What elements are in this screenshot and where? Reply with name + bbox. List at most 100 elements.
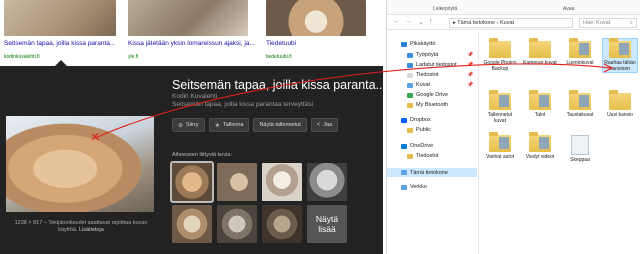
visit-button[interactable]: ⊕ Siirry — [172, 118, 205, 132]
preview-image[interactable] — [6, 116, 154, 212]
search-icon: ⌕ — [629, 20, 633, 26]
folder-icon — [609, 90, 631, 110]
folder-icon — [407, 102, 413, 108]
back-icon[interactable]: ← — [393, 18, 400, 25]
pin-icon: 📌 — [467, 72, 474, 78]
save-button[interactable]: ★ Tallenna — [208, 118, 250, 132]
desktop-icon — [407, 52, 413, 58]
related-image[interactable] — [172, 205, 212, 243]
results-row: Seitsemän tapaa, joilla kissa paranta...… — [0, 0, 383, 66]
folder-icon — [529, 132, 551, 152]
show-more-button[interactable]: Näytä lisää — [307, 205, 347, 243]
nav-item-downloads[interactable]: Ladatut tiedostot — [407, 62, 457, 68]
folder-icon — [569, 38, 591, 58]
ribbon: Leikepöytä Avaa — [387, 0, 640, 15]
image-dimensions: 1238 × 817 — [14, 220, 43, 226]
nav-item-pictures[interactable]: Kuvat — [407, 82, 430, 88]
folder-item[interactable]: Uusi kansio — [603, 90, 637, 118]
folder-icon — [489, 132, 511, 152]
file-explorer-window: Leikepöytä Avaa ← → ⌄ ↑ ▸ Tämä tietokone… — [386, 0, 640, 254]
download-icon — [407, 62, 413, 68]
preview-source: Kodin Kuvalehti — [172, 93, 218, 100]
related-image[interactable] — [262, 163, 302, 201]
nav-item-dropbox[interactable]: Dropbox — [401, 117, 431, 123]
folder-item[interactable]: Tallennetut kuvat — [483, 90, 517, 124]
folder-item[interactable]: Kameran kuvat — [523, 38, 557, 66]
result-title[interactable]: Kissa jätetään yksin lomareissun ajaksi,… — [128, 40, 255, 47]
star-icon: ★ — [214, 122, 220, 129]
nav-item-this-pc[interactable]: Tämä tietokone — [387, 168, 477, 177]
nav-item-documents[interactable]: Tiedostot — [407, 72, 438, 78]
nav-item-my-bluetooth[interactable]: My Bluetooth — [407, 102, 448, 108]
nav-item-quick-access[interactable]: Pikakäyttö — [401, 41, 435, 47]
folder-item[interactable]: Taustakuvat — [563, 90, 597, 118]
folder-item[interactable]: Luontokuvat — [563, 38, 597, 66]
result-item[interactable]: Seitsemän tapaa, joilla kissa paranta...… — [4, 0, 122, 66]
result-thumbnail[interactable] — [4, 0, 116, 36]
folder-item-selected[interactable]: Raahaa tähän kansioon — [602, 38, 638, 73]
pin-icon: 📌 — [467, 62, 474, 68]
related-image[interactable] — [217, 205, 257, 243]
folder-icon — [569, 90, 591, 110]
drive-icon — [407, 92, 413, 98]
image-preview-panel: 1238 × 817 – Tekijänoikeudet saattavat r… — [0, 66, 383, 254]
result-source: yle.fi — [128, 54, 139, 60]
preview-actions: ⊕ Siirry ★ Tallenna Näytä tallennetut < Jaa — [172, 118, 339, 132]
folder-item[interactable]: Vanhat autot — [483, 132, 517, 160]
folder-item[interactable]: Google Photos Backup — [483, 38, 517, 72]
related-image[interactable] — [262, 205, 302, 243]
star-icon — [401, 41, 407, 47]
pin-icon: 📌 — [467, 52, 474, 58]
up-icon[interactable]: ↑ — [429, 18, 433, 25]
recent-chevron-icon[interactable]: ⌄ — [418, 18, 424, 26]
image-file-icon — [571, 135, 589, 155]
image-meta: 1238 × 817 – Tekijänoikeudet saattavat r… — [14, 220, 148, 233]
related-image[interactable] — [170, 161, 214, 203]
onedrive-icon — [401, 143, 407, 149]
folder-item[interactable]: Talot — [523, 90, 557, 118]
nav-item-google-drive[interactable]: Google Drive — [407, 92, 448, 98]
result-title[interactable]: Tiedetuubi — [266, 40, 296, 47]
nav-item-desktop[interactable]: Työpöytä — [407, 52, 438, 58]
result-item[interactable]: Kissa jätetään yksin lomareissun ajaksi,… — [128, 0, 258, 66]
breadcrumb-item[interactable]: Tämä tietokone — [457, 20, 495, 26]
share-button[interactable]: < Jaa — [310, 118, 339, 132]
related-images-label: Aiheeseen liittyviä kuvia: — [172, 152, 232, 158]
folder-icon — [609, 38, 631, 58]
preview-title[interactable]: Seitsemän tapaa, joilla kissa paranta... — [172, 78, 383, 92]
dropbox-icon — [401, 117, 407, 123]
pin-icon: 📌 — [467, 82, 474, 88]
related-image[interactable] — [307, 163, 347, 201]
view-saved-button[interactable]: Näytä tallennetut — [253, 118, 307, 132]
breadcrumb[interactable]: ▸ Tämä tietokone › Kuvat — [449, 18, 573, 28]
folder-icon — [489, 90, 511, 110]
result-source: tiedetuubi.fi — [266, 54, 292, 60]
more-info-link[interactable]: Lisätietoja — [79, 227, 104, 233]
documents-icon — [407, 72, 413, 78]
open-icon: ⊕ — [178, 122, 184, 129]
result-thumbnail[interactable] — [266, 0, 366, 36]
result-source: kodinkuvalehti.fi — [4, 54, 40, 60]
screen: Seitsemän tapaa, joilla kissa paranta...… — [0, 0, 640, 254]
share-icon: < — [316, 122, 321, 128]
file-item[interactable]: Skeppaa — [563, 135, 597, 163]
folder-item[interactable]: Viedyt videot — [523, 132, 557, 160]
pictures-icon — [407, 82, 413, 88]
nav-item-network[interactable]: Verkko — [401, 184, 427, 190]
breadcrumb-item[interactable]: Kuvat — [500, 20, 514, 26]
address-bar: ← → ⌄ ↑ ▸ Tämä tietokone › Kuvat Hae: Ku… — [387, 16, 640, 30]
related-image[interactable] — [217, 163, 257, 201]
result-item[interactable]: Tiedetuubi tiedetuubi.fi — [266, 0, 371, 66]
folder-icon — [407, 127, 413, 133]
result-thumbnail[interactable] — [128, 0, 248, 36]
nav-item-onedrive-files[interactable]: Tiedostot — [407, 153, 438, 159]
folder-icon — [489, 38, 511, 58]
result-title[interactable]: Seitsemän tapaa, joilla kissa paranta... — [4, 40, 115, 47]
forward-icon[interactable]: → — [405, 18, 412, 25]
preview-description: Seitsemän tapaa, joilla kissa parantaa t… — [172, 101, 313, 108]
folder-icon — [407, 153, 413, 159]
search-input[interactable]: Hae: Kuvat ⌕ — [579, 18, 637, 28]
nav-item-public[interactable]: Public — [407, 127, 431, 133]
nav-item-onedrive[interactable]: OneDrive — [401, 143, 433, 149]
folder-icon — [529, 38, 551, 58]
